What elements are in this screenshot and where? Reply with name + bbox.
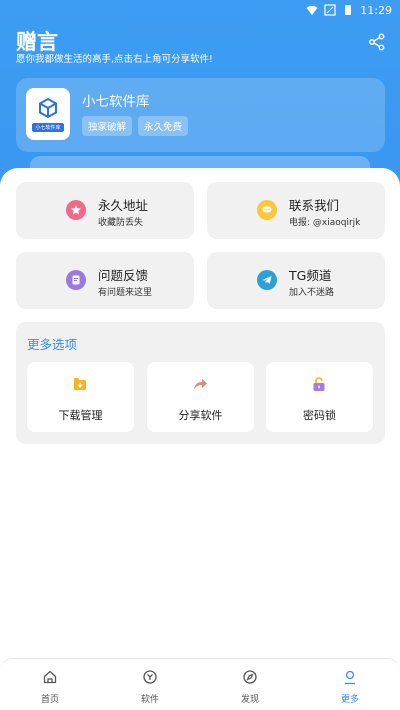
share-software-button[interactable]: 分享软件: [147, 362, 254, 432]
tile-desc: 加入不迷路: [289, 288, 335, 298]
compass-icon: [243, 670, 257, 684]
nav-label: 发现: [240, 695, 259, 705]
password-lock-button[interactable]: 密码锁: [266, 362, 373, 432]
tile-desc: 有问题来这里: [98, 288, 153, 298]
bottom-nav: 首页 软件 发现 更多: [0, 658, 400, 710]
app-logo-caption: 小七软件库: [32, 122, 64, 132]
password-lock-label: 密码锁: [303, 409, 336, 422]
tag-free: 永久免费: [138, 116, 189, 136]
app-card[interactable]: 小七软件库 小七软件库 独家破解 永久免费: [16, 78, 385, 152]
download-manager-label: 下载管理: [58, 409, 103, 422]
nav-home[interactable]: 首页: [0, 659, 100, 710]
download-icon: [74, 378, 86, 390]
share-software-label: 分享软件: [178, 409, 223, 422]
chat-icon: [257, 200, 277, 220]
nav-label: 更多: [340, 695, 359, 705]
tile-tg-channel[interactable]: TG频道 加入不迷路: [207, 252, 385, 309]
home-icon: [43, 670, 57, 684]
telegram-icon: [257, 270, 277, 290]
feedback-icon: [66, 270, 86, 290]
nav-software[interactable]: 软件: [100, 659, 200, 710]
nav-discover[interactable]: 发现: [200, 659, 300, 710]
nav-more[interactable]: 更多: [300, 659, 400, 710]
tile-feedback[interactable]: 问题反馈 有问题来这里: [16, 252, 194, 309]
tile-contact-us[interactable]: 联系我们 电报: @xiaoqirjk: [207, 182, 385, 239]
signal-icon: [324, 4, 336, 16]
tile-title: TG频道: [289, 268, 332, 283]
app-name: 小七软件库: [82, 94, 150, 110]
more-options-panel: 更多选项 下载管理 分享软件 密码锁: [16, 322, 385, 444]
tile-title: 联系我们: [289, 198, 340, 213]
tile-title: 问题反馈: [98, 268, 149, 283]
share-arrow-icon: [194, 379, 207, 389]
lock-icon: [313, 377, 325, 391]
status-bar: 11:29: [306, 2, 392, 18]
software-icon: [143, 670, 157, 684]
tile-permanent-address[interactable]: 永久地址 收藏防丢失: [16, 182, 194, 239]
page-subtitle: 愿你我都做生活的高手,点击右上角可分享软件!: [16, 54, 213, 65]
tag-crack: 独家破解: [82, 116, 133, 136]
tile-desc: 电报: @xiaoqirjk: [289, 218, 361, 228]
tile-desc: 收藏防丢失: [98, 218, 144, 228]
wifi-icon: [306, 5, 318, 15]
cube-icon: [39, 97, 57, 118]
download-manager-button[interactable]: 下载管理: [27, 362, 134, 432]
share-icon[interactable]: [368, 33, 386, 51]
nav-label: 软件: [140, 695, 159, 705]
tile-title: 永久地址: [98, 198, 149, 213]
more-options-title: 更多选项: [27, 337, 78, 352]
nav-label: 首页: [40, 695, 59, 705]
app-logo: 小七软件库: [26, 88, 70, 140]
status-time: 11:29: [360, 3, 392, 17]
person-icon: [345, 670, 355, 685]
star-icon: [66, 200, 86, 220]
battery-icon: [345, 5, 352, 15]
